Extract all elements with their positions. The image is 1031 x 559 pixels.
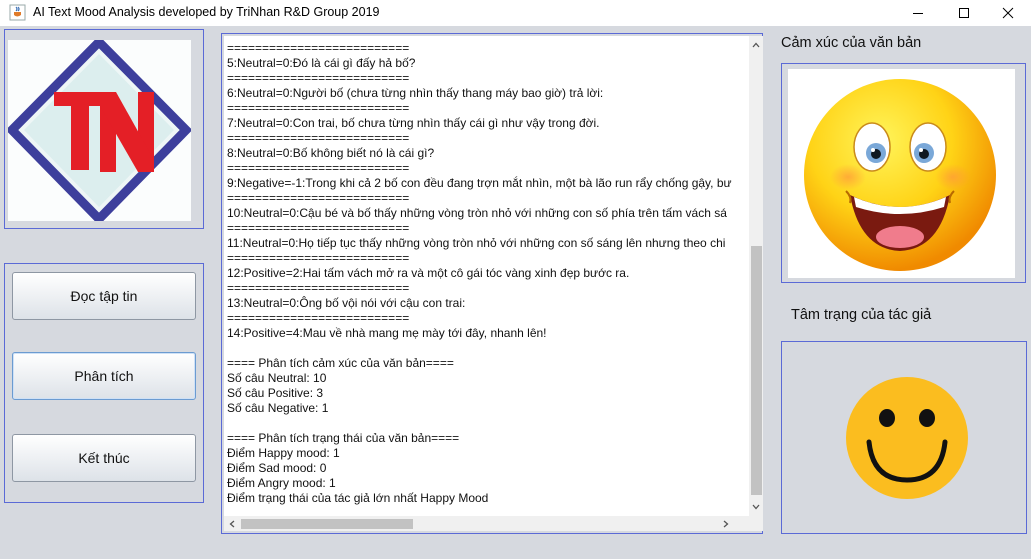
scroll-down-icon[interactable]: [749, 500, 763, 514]
java-coffee-icon: [9, 4, 26, 21]
output-line: ==========================: [227, 101, 410, 115]
finish-button[interactable]: Kết thúc: [12, 434, 196, 482]
scroll-left-icon[interactable]: [226, 516, 238, 531]
output-line: ==========================: [227, 131, 410, 145]
output-line: 6:Neutral=0:Người bố (chưa từng nhìn thấ…: [227, 86, 604, 100]
output-line: Số câu Neutral: 10: [227, 371, 327, 385]
laughing-smiley-icon: [804, 79, 996, 271]
output-line: 8:Neutral=0:Bố không biết nó là cái gì?: [227, 146, 435, 160]
output-line: 9:Negative=-1:Trong khi cả 2 bố con đều …: [227, 176, 732, 190]
output-line: ==========================: [227, 221, 410, 235]
title-bar: AI Text Mood Analysis developed by TriNh…: [0, 0, 1031, 26]
output-line: 11:Neutral=0:Họ tiếp tục thấy những vòng…: [227, 236, 726, 250]
maximize-icon: [959, 8, 969, 18]
emotion-panel: [781, 63, 1026, 283]
output-panel: ========================== 5:Neutral=0:Đó…: [221, 33, 763, 534]
analyze-button[interactable]: Phân tích: [12, 352, 196, 400]
horizontal-scroll-thumb[interactable]: [241, 519, 413, 529]
maximize-button[interactable]: [941, 0, 987, 26]
happy-smiley-icon: [846, 377, 968, 499]
logo: [5, 35, 193, 226]
mood-label: Tâm trạng của tác giả: [791, 307, 932, 323]
minimize-icon: [913, 13, 923, 14]
close-icon: [1002, 7, 1014, 19]
output-line: Số câu Negative: 1: [227, 401, 329, 415]
output-line: ==========================: [227, 191, 410, 205]
tn-logo-icon: [5, 35, 193, 226]
output-line: 14:Positive=4:Mau về nhà mang mẹ mày tới…: [227, 326, 547, 340]
output-line: Điểm Sad mood: 0: [227, 461, 327, 475]
output-line: ==== Phân tích trạng thái của văn bản===…: [227, 431, 460, 445]
output-line: 12:Positive=2:Hai tấm vách mở ra và một …: [227, 266, 630, 280]
output-line: ==========================: [227, 281, 410, 295]
close-button[interactable]: [985, 0, 1031, 26]
emotion-image: [788, 69, 1015, 278]
output-line: ==========================: [227, 71, 410, 85]
output-line: Điểm trạng thái của tác giả lớn nhất Hap…: [227, 491, 489, 505]
scroll-right-icon[interactable]: [720, 516, 732, 531]
scroll-corner: [749, 516, 763, 531]
vertical-scrollbar[interactable]: [749, 36, 763, 516]
logo-panel: [4, 29, 204, 229]
output-line: ==========================: [227, 41, 410, 55]
output-line: 5:Neutral=0:Đó là cái gì đấy hả bố?: [227, 56, 416, 70]
output-line: ==== Phân tích cảm xúc của văn bản====: [227, 356, 454, 370]
read-file-button[interactable]: Đọc tập tin: [12, 272, 196, 320]
horizontal-scrollbar[interactable]: [224, 516, 749, 531]
emotion-label: Cảm xúc của văn bản: [781, 35, 922, 51]
output-line: Số câu Positive: 3: [227, 386, 324, 400]
output-line: ==========================: [227, 251, 410, 265]
output-textarea[interactable]: ========================== 5:Neutral=0:Đó…: [224, 36, 749, 516]
mood-panel: [781, 341, 1027, 534]
output-line: ==========================: [227, 311, 410, 325]
scroll-up-icon[interactable]: [749, 38, 763, 52]
output-line: Điểm Happy mood: 1: [227, 446, 340, 460]
output-line: ==========================: [227, 161, 410, 175]
window-title: AI Text Mood Analysis developed by TriNh…: [33, 5, 380, 19]
vertical-scroll-thumb[interactable]: [751, 246, 762, 495]
actions-panel: Đọc tập tin Phân tích Kết thúc: [4, 263, 204, 503]
minimize-button[interactable]: [895, 0, 941, 26]
output-line: 7:Neutral=0:Con trai, bố chưa từng nhìn …: [227, 116, 600, 130]
output-line: 10:Neutral=0:Cậu bé và bố thấy những vòn…: [227, 206, 727, 220]
output-line: Điểm Angry mood: 1: [227, 476, 336, 490]
output-line: 13:Neutral=0:Ông bố vội nói với cậu con …: [227, 296, 466, 310]
